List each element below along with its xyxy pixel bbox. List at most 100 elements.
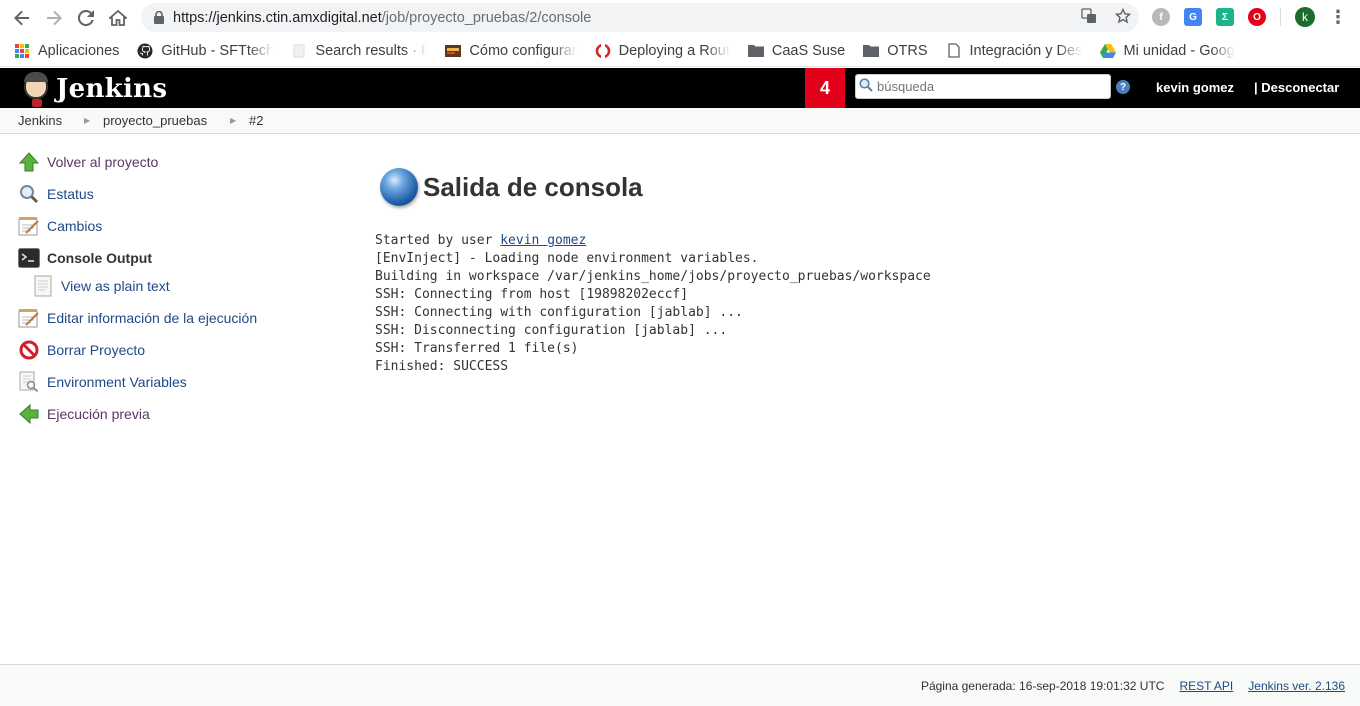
breadcrumb-chevron-icon[interactable]: ▶ <box>84 116 90 125</box>
jenkins-logo[interactable]: Jenkins <box>18 70 167 108</box>
task-label: Volver al proyecto <box>47 154 159 170</box>
back-arrow-icon[interactable] <box>6 2 38 34</box>
task-label: View as plain text <box>61 278 170 294</box>
document-search-icon <box>18 371 40 393</box>
bookmark-deploying-route[interactable]: Deploying a Rout <box>595 42 730 59</box>
bookmark-label: Mi unidad - Goog <box>1123 42 1235 59</box>
blue-ball-status-icon <box>380 168 418 206</box>
reload-icon[interactable] <box>70 2 102 34</box>
bookmark-integracion[interactable]: Integración y Des <box>946 42 1082 59</box>
task-environment-variables[interactable]: Environment Variables <box>18 371 187 393</box>
logout-link[interactable]: | Desconectar <box>1254 80 1339 95</box>
extension-gray-icon[interactable]: f <box>1152 8 1170 26</box>
apps-grid-icon <box>14 43 30 59</box>
bookmark-label: GitHub - SFTtech <box>161 42 274 59</box>
task-edit-build-info[interactable]: Editar información de la ejecución <box>18 307 257 329</box>
translate-icon[interactable] <box>1081 7 1097 28</box>
profile-avatar[interactable]: k <box>1295 7 1315 27</box>
up-arrow-icon <box>18 151 40 173</box>
task-label: Console Output <box>47 250 152 266</box>
bookmark-otrs[interactable]: OTRS <box>863 42 928 59</box>
menu-kebab-icon[interactable]: ⋮ <box>1329 8 1347 26</box>
jenkins-butler-icon <box>18 70 54 108</box>
jenkins-title: Jenkins <box>56 74 168 104</box>
console-line: SSH: Connecting with configuration [jabl… <box>375 305 743 320</box>
page-icon <box>291 43 307 59</box>
bookmark-star-icon[interactable] <box>1114 7 1132 28</box>
document-icon <box>32 275 54 297</box>
task-changes[interactable]: Cambios <box>18 215 102 237</box>
console-line: SSH: Connecting from host [19898202eccf] <box>375 287 689 302</box>
console-line: Finished: SUCCESS <box>375 359 509 374</box>
console-line: SSH: Disconnecting configuration [jablab… <box>375 323 728 338</box>
page-icon <box>946 43 962 59</box>
bookmarks-bar: Aplicaciones GitHub - SFTtech Search res… <box>0 35 1360 67</box>
task-status[interactable]: Estatus <box>18 183 94 205</box>
browser-toolbar: https://jenkins.ctin.amxdigital.net/job/… <box>0 0 1360 35</box>
url-path: /job/proyecto_pruebas/2/console <box>381 9 592 26</box>
home-icon[interactable] <box>102 2 134 34</box>
breadcrumb: Jenkins ▶ proyecto_pruebas ▶ #2 <box>0 108 1360 134</box>
notification-badge[interactable]: 4 <box>805 68 845 108</box>
search-input[interactable] <box>877 79 1097 94</box>
task-label: Cambios <box>47 218 103 234</box>
page-heading: Salida de consola <box>423 171 643 202</box>
no-entry-icon <box>18 339 40 361</box>
breadcrumb-chevron-icon[interactable]: ▶ <box>230 116 236 125</box>
notepad-icon <box>18 215 40 237</box>
bookmark-label: Aplicaciones <box>38 42 120 59</box>
opera-extension-icon[interactable]: O <box>1248 8 1266 26</box>
url-host: https://jenkins.ctin.amxdigital.net <box>173 9 382 26</box>
toolbar-separator <box>1280 8 1281 26</box>
drive-icon <box>1099 43 1116 59</box>
folder-icon <box>863 43 880 59</box>
bookmark-search-results[interactable]: Search results · P <box>291 42 428 59</box>
forward-arrow-icon[interactable] <box>38 2 70 34</box>
jenkins-header: Jenkins 4 ? kevin gomez | Desconectar <box>0 68 1360 108</box>
console-output: Started by user kevin gomez [EnvInject] … <box>375 232 931 376</box>
user-link[interactable]: kevin gomez <box>1156 80 1234 95</box>
bookmark-label: Search results · P <box>315 42 428 59</box>
address-bar[interactable]: https://jenkins.ctin.amxdigital.net/job/… <box>141 3 1139 32</box>
breadcrumb-project[interactable]: proyecto_pruebas <box>103 113 207 128</box>
extension-green-icon[interactable]: Σ <box>1216 8 1234 26</box>
rest-api-link[interactable]: REST API <box>1179 679 1233 693</box>
google-translate-extension-icon[interactable]: G <box>1184 8 1202 26</box>
task-delete-project[interactable]: Borrar Proyecto <box>18 339 145 361</box>
search-box[interactable] <box>855 74 1111 99</box>
task-label: Estatus <box>47 186 94 202</box>
task-view-plain-text[interactable]: View as plain text <box>32 275 170 297</box>
url-text[interactable]: https://jenkins.ctin.amxdigital.net/job/… <box>173 10 591 26</box>
left-arrow-icon <box>18 403 40 425</box>
github-icon <box>137 43 153 59</box>
magnifier-icon <box>18 183 40 205</box>
page-generated-timestamp: Página generada: 16-sep-2018 19:01:32 UT… <box>920 679 1165 693</box>
jenkins-version-link[interactable]: Jenkins ver. 2.136 <box>1248 679 1345 693</box>
task-console-output[interactable]: Console Output <box>18 247 152 269</box>
notepad-edit-icon <box>18 307 40 329</box>
bookmark-apps[interactable]: Aplicaciones <box>14 43 119 59</box>
terminal-icon <box>18 247 40 269</box>
task-back-to-project[interactable]: Volver al proyecto <box>18 151 158 173</box>
site-icon <box>445 43 462 59</box>
page-title: Salida de consola <box>380 168 643 206</box>
lock-icon[interactable] <box>153 11 165 25</box>
search-icon <box>859 78 877 95</box>
console-line: SSH: Transferred 1 file(s) <box>375 341 579 356</box>
bookmark-label: Deploying a Rout <box>618 42 730 59</box>
bookmark-github[interactable]: GitHub - SFTtech <box>137 42 274 59</box>
task-label: Editar información de la ejecución <box>47 310 258 326</box>
task-label: Borrar Proyecto <box>47 342 146 358</box>
console-user-link[interactable]: kevin gomez <box>500 233 586 248</box>
folder-icon <box>747 43 764 59</box>
bookmark-como-configurar[interactable]: Cómo configurar <box>445 42 577 59</box>
bookmark-label: OTRS <box>887 42 928 59</box>
openshift-icon <box>595 42 611 59</box>
bookmark-mi-unidad[interactable]: Mi unidad - Goog <box>1099 42 1235 59</box>
task-previous-build[interactable]: Ejecución previa <box>18 403 150 425</box>
breadcrumb-jenkins[interactable]: Jenkins <box>18 113 62 128</box>
console-line: Building in workspace /var/jenkins_home/… <box>375 269 931 284</box>
breadcrumb-build[interactable]: #2 <box>249 113 263 128</box>
bookmark-caas-suse[interactable]: CaaS Suse <box>747 43 845 59</box>
help-icon[interactable]: ? <box>1116 80 1130 94</box>
